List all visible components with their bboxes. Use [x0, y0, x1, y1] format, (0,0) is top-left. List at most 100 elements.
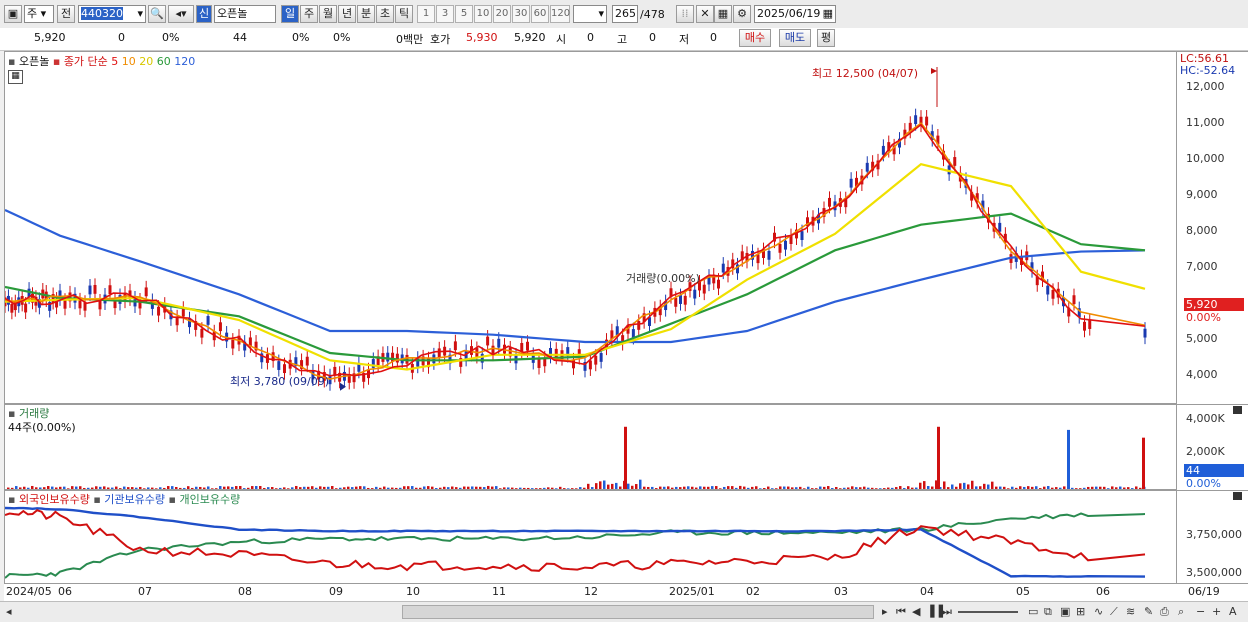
print-icon[interactable]: ⎙ — [1160, 605, 1169, 619]
search-icon[interactable]: 🔍 — [148, 5, 166, 23]
candle-body — [386, 352, 390, 362]
price-chart-pane[interactable] — [4, 51, 1177, 404]
period-month[interactable]: 월 — [319, 5, 337, 23]
interval-20[interactable]: 20 — [493, 5, 511, 23]
pane-close-icon[interactable] — [1233, 492, 1242, 500]
period-week[interactable]: 주 — [300, 5, 318, 23]
speaker-icon[interactable]: ◂▾ — [168, 5, 194, 23]
interval-10[interactable]: 10 — [474, 5, 492, 23]
interval-3[interactable]: 3 — [436, 5, 454, 23]
legend-bullet: ▪ — [8, 55, 16, 68]
bottom-navigation-bar: ◂ ▸ ⏮ ◀ ▐▐ ⏭ ▭ ⧉ ▣ ⊞ ∿ ⟋ ≋ ✎ ⎙ ⌕ − + A — [0, 601, 1248, 622]
interval-120[interactable]: 120 — [550, 5, 570, 23]
volume-bar — [135, 487, 138, 489]
period-year[interactable]: 년 — [338, 5, 356, 23]
volume-chart-pane[interactable] — [4, 404, 1177, 490]
legend-ma-label[interactable]: 종가 단순 — [64, 55, 108, 68]
interval-60[interactable]: 60 — [531, 5, 549, 23]
volume-bar — [575, 488, 578, 489]
crosshair-icon[interactable]: ✕ — [696, 5, 714, 23]
zoom-in-icon[interactable]: + — [1212, 605, 1221, 618]
volume-bar — [991, 481, 994, 489]
holdings-line-1 — [5, 506, 1146, 578]
volume-bar — [319, 486, 322, 489]
interval-1[interactable]: 1 — [417, 5, 435, 23]
layout-icon[interactable]: ▣ — [4, 5, 22, 23]
date-input[interactable]: 2025/06/19 ▦ — [754, 5, 836, 23]
volume-chart — [7, 426, 1146, 489]
volume-bar — [843, 487, 846, 489]
gear-icon[interactable]: ⚙ — [733, 5, 751, 23]
volume-bar — [815, 488, 818, 489]
zoom-slider[interactable] — [958, 611, 1018, 613]
count-input[interactable]: 265 — [612, 5, 638, 23]
zoom-out-icon[interactable]: − — [1196, 605, 1205, 618]
scroll-left-icon[interactable]: ◂ — [6, 605, 12, 618]
interval-custom-select[interactable]: ▾ — [573, 5, 607, 23]
volume-bar — [1023, 486, 1026, 489]
calculator-icon[interactable]: ▦ — [8, 70, 23, 84]
candle-body — [679, 295, 682, 304]
draw-icon[interactable]: ✎ — [1144, 605, 1153, 618]
count-total: /478 — [640, 8, 665, 21]
prev-page-icon[interactable]: ◀ — [912, 605, 920, 618]
pause-icon[interactable]: ▐▐ — [926, 605, 943, 618]
window-icon[interactable]: ▣ — [1060, 605, 1070, 618]
stock-name-field[interactable]: 오픈놀 — [214, 5, 276, 23]
volume-bar — [187, 486, 190, 489]
volume-bar — [23, 486, 26, 489]
volume-bar — [1103, 486, 1106, 489]
first-page-icon[interactable]: ⏮ — [896, 605, 906, 619]
scrollbar-thumb[interactable] — [402, 605, 874, 619]
x-tick-label: 12 — [584, 585, 598, 598]
legend-stock-name[interactable]: 오픈놀 — [19, 55, 49, 68]
candle-body — [1072, 295, 1076, 305]
volume-bar — [687, 486, 690, 489]
quote-change: 0 — [118, 31, 125, 44]
tool-icon[interactable]: ⊞ — [1076, 605, 1085, 618]
ma-60-line — [5, 212, 1146, 362]
legend-individual[interactable]: 개인보유수량 — [179, 493, 240, 506]
scroll-right-icon[interactable]: ▸ — [882, 605, 888, 618]
buy-button[interactable]: 매수 — [739, 29, 771, 47]
stock-code-input[interactable]: 440320 ▾ — [78, 5, 146, 23]
trend-icon[interactable]: ∿ — [1094, 605, 1103, 618]
volume-bar — [919, 482, 922, 489]
save-icon[interactable]: ▦ — [714, 5, 732, 23]
zoom-icon[interactable]: ⌕ — [1178, 605, 1184, 619]
volume-bar — [327, 486, 330, 489]
volume-bar — [195, 486, 198, 489]
new-button[interactable]: 신 — [196, 5, 212, 23]
line-icon[interactable]: ⟋ — [1110, 605, 1118, 619]
grid-icon[interactable]: ⁞⁞ — [676, 5, 694, 23]
volume-bar — [383, 486, 386, 489]
interval-30[interactable]: 30 — [512, 5, 530, 23]
interval-5[interactable]: 5 — [455, 5, 473, 23]
period-tick[interactable]: 틱 — [395, 5, 413, 23]
copy-icon[interactable]: ⧉ — [1044, 605, 1052, 619]
next-page-icon[interactable]: ⏭ — [942, 605, 952, 619]
volume-bar — [387, 487, 390, 489]
volume-bar — [851, 486, 854, 489]
legend-foreign[interactable]: 외국인보유수량 — [19, 493, 90, 506]
volume-bar — [715, 486, 718, 489]
period-second[interactable]: 초 — [376, 5, 394, 23]
volume-bar — [1115, 487, 1118, 489]
prev-button[interactable]: 전 — [57, 5, 75, 23]
legend-institution[interactable]: 기관보유수량 — [104, 493, 165, 506]
period-day[interactable]: 일 — [281, 5, 299, 23]
candle-body — [599, 353, 603, 362]
fibo-icon[interactable]: ≋ — [1126, 605, 1135, 618]
volume-bar — [599, 481, 602, 489]
candle-body — [637, 321, 641, 330]
period-minute[interactable]: 분 — [357, 5, 375, 23]
volume-bar — [51, 486, 54, 489]
pane-close-icon[interactable] — [1233, 406, 1242, 414]
market-select[interactable]: 주 ▾ — [24, 5, 54, 23]
sell-button[interactable]: 매도 — [779, 29, 811, 47]
font-icon[interactable]: A — [1229, 605, 1237, 618]
volume-bar — [467, 486, 470, 489]
screen-icon[interactable]: ▭ — [1028, 605, 1038, 618]
avg-button[interactable]: 평 — [817, 29, 835, 47]
volume-bar — [647, 486, 650, 489]
